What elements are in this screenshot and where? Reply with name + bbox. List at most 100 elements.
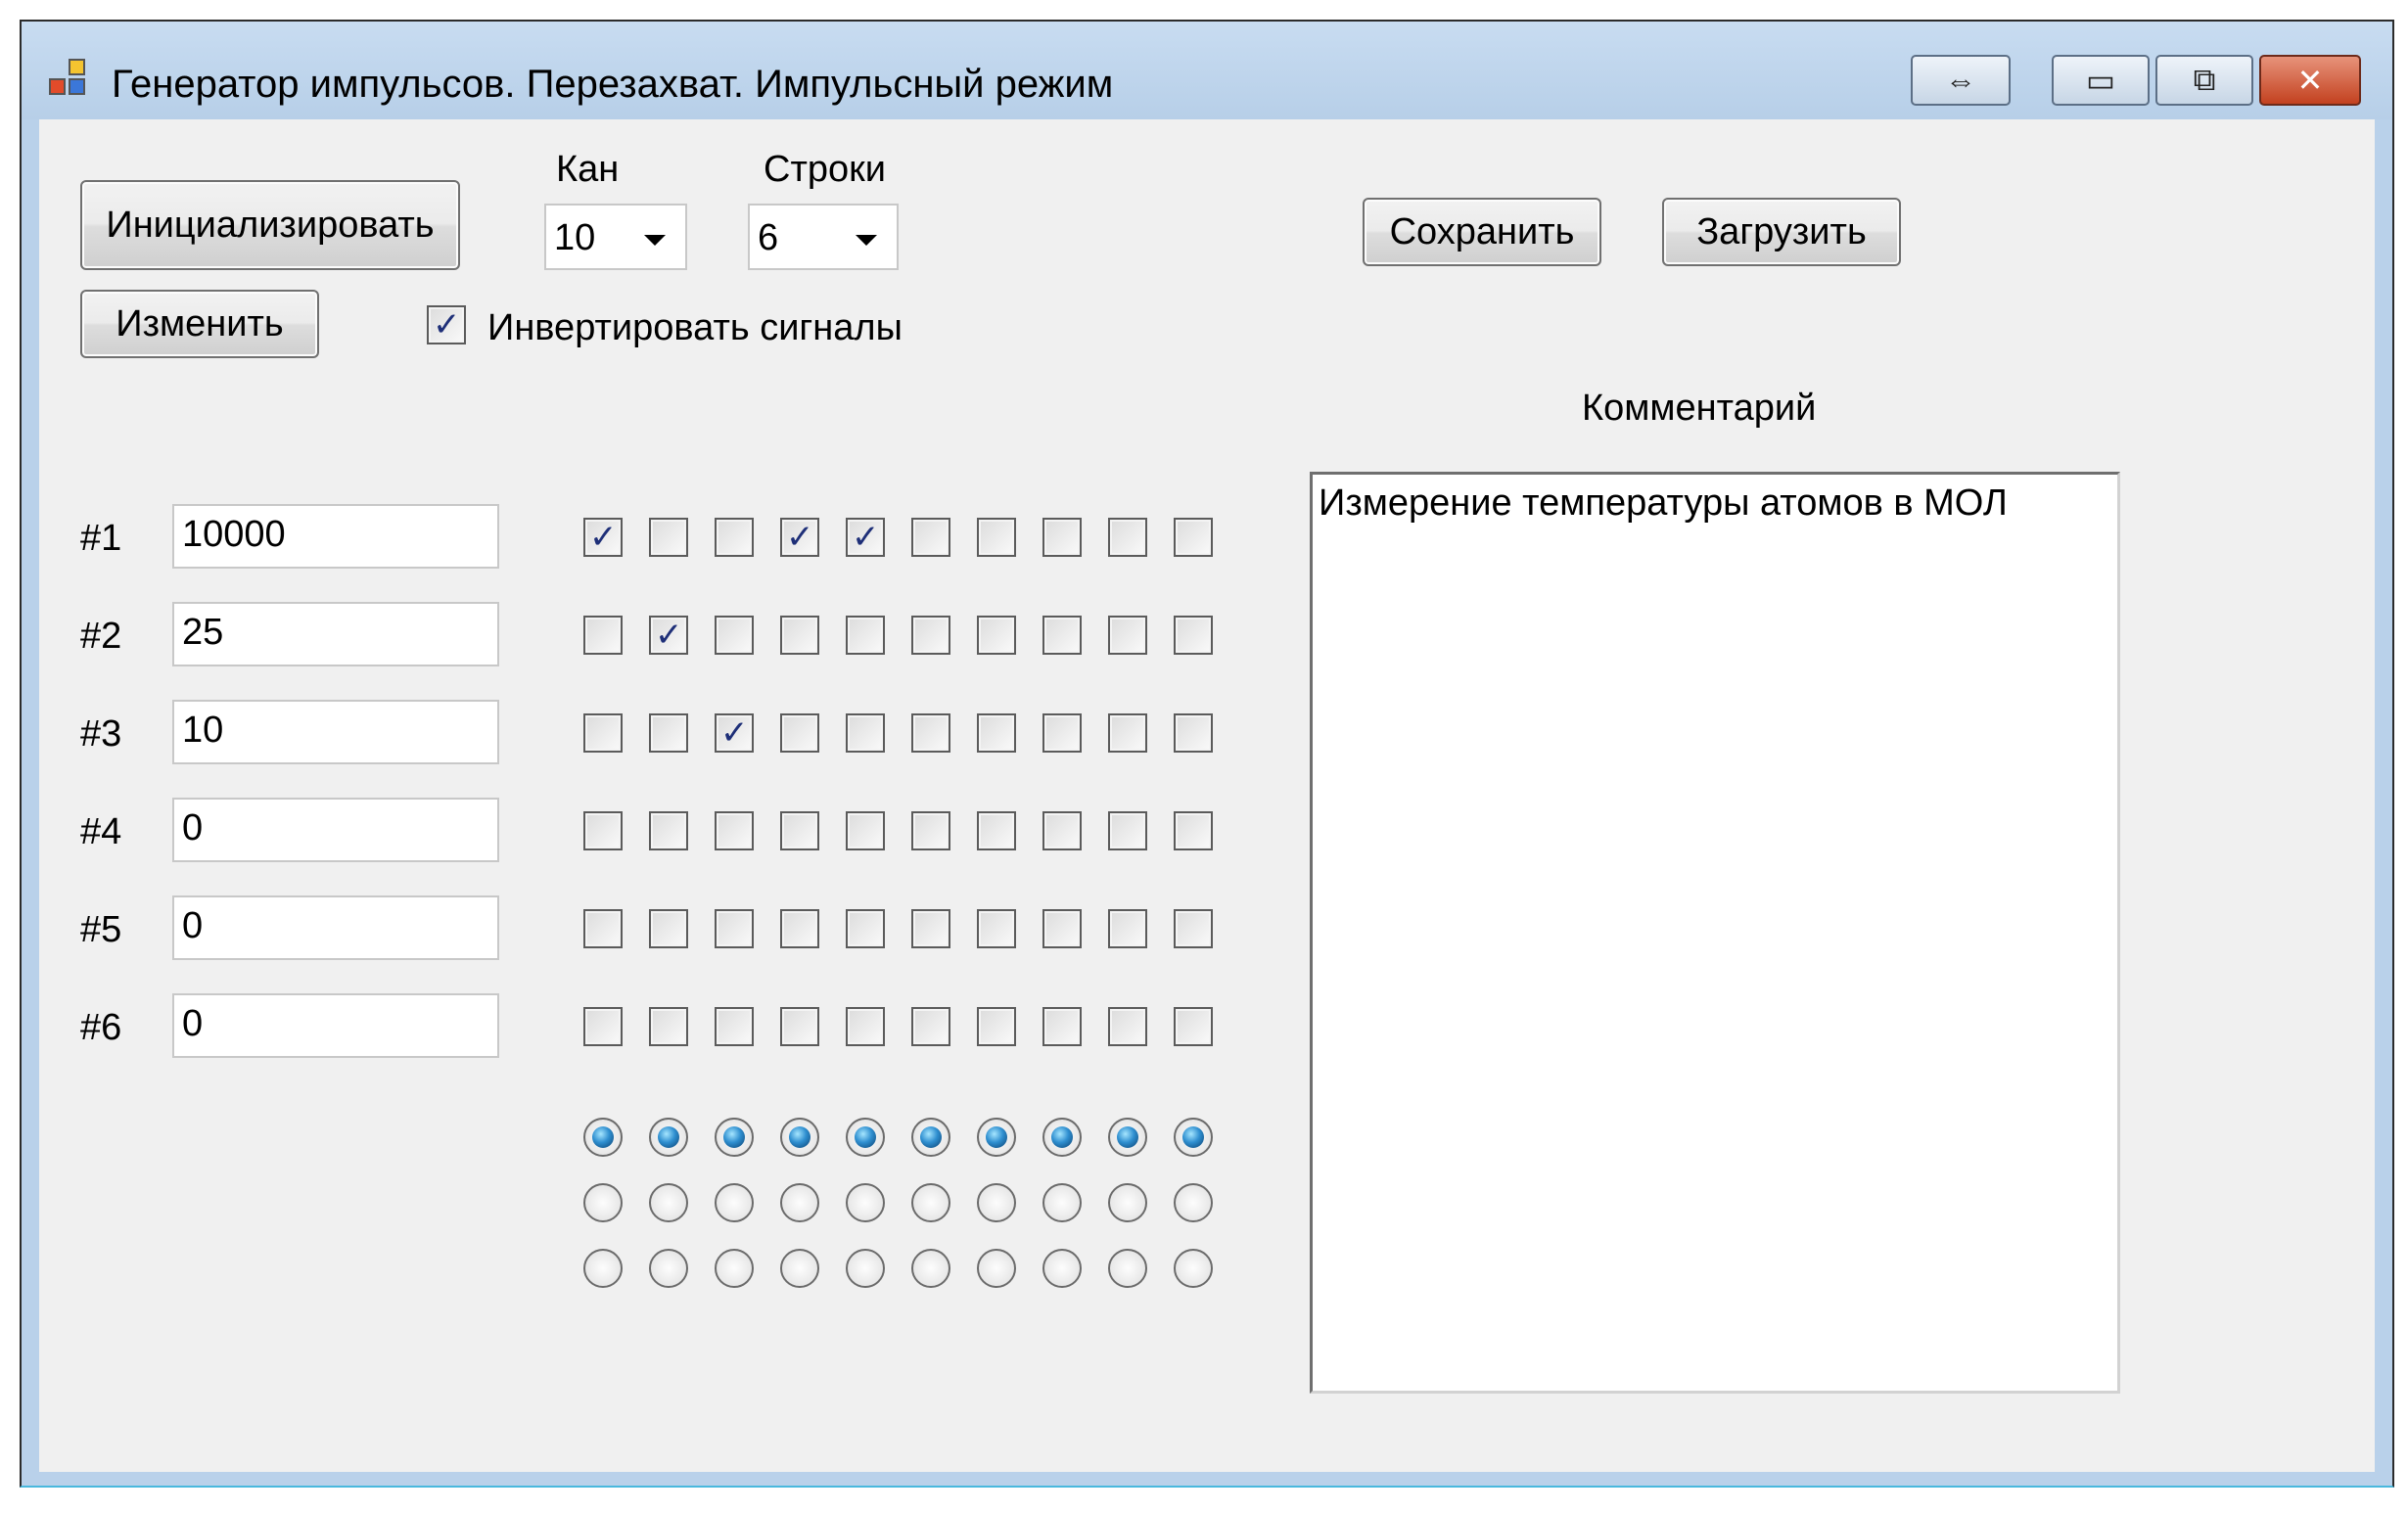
channel-checkbox[interactable] <box>649 713 688 753</box>
channel-radio[interactable] <box>715 1249 754 1288</box>
channel-radio[interactable] <box>1174 1183 1213 1222</box>
channel-checkbox[interactable] <box>977 811 1016 850</box>
channel-checkbox[interactable] <box>715 811 754 850</box>
channel-checkbox[interactable] <box>911 616 950 655</box>
channel-checkbox[interactable] <box>977 1007 1016 1046</box>
channels-select[interactable]: 10 <box>544 204 687 270</box>
row-value-input[interactable]: 25 <box>172 602 499 666</box>
channel-checkbox[interactable] <box>583 713 623 753</box>
channel-radio[interactable] <box>649 1249 688 1288</box>
channel-radio[interactable] <box>846 1183 885 1222</box>
channel-checkbox[interactable] <box>780 811 819 850</box>
channel-checkbox[interactable] <box>1174 1007 1213 1046</box>
channel-checkbox[interactable] <box>715 909 754 948</box>
channel-checkbox[interactable] <box>1174 713 1213 753</box>
row-value-input[interactable]: 10000 <box>172 504 499 569</box>
initialize-button[interactable]: Инициализировать <box>80 180 460 270</box>
channel-radio[interactable] <box>583 1249 623 1288</box>
channel-checkbox[interactable] <box>1174 518 1213 557</box>
channel-radio[interactable] <box>1108 1249 1147 1288</box>
channel-radio[interactable] <box>715 1118 754 1157</box>
row-value-input[interactable]: 10 <box>172 700 499 764</box>
channel-checkbox[interactable] <box>649 811 688 850</box>
channel-radio[interactable] <box>911 1183 950 1222</box>
channel-radio[interactable] <box>1108 1118 1147 1157</box>
invert-signals-label[interactable]: Инвертировать сигналы <box>487 307 903 349</box>
channel-checkbox[interactable] <box>1042 811 1082 850</box>
channel-checkbox[interactable] <box>1174 616 1213 655</box>
restore-icon[interactable]: ⧉ <box>2155 55 2253 106</box>
channel-radio[interactable] <box>1174 1118 1213 1157</box>
channel-checkbox[interactable] <box>583 1007 623 1046</box>
channel-checkbox[interactable] <box>1042 713 1082 753</box>
channel-checkbox[interactable] <box>911 518 950 557</box>
channel-checkbox[interactable] <box>846 1007 885 1046</box>
channel-checkbox[interactable] <box>846 909 885 948</box>
channel-checkbox[interactable] <box>911 713 950 753</box>
channel-radio[interactable] <box>1108 1183 1147 1222</box>
channel-checkbox[interactable] <box>715 616 754 655</box>
channel-checkbox[interactable] <box>1042 518 1082 557</box>
channel-checkbox[interactable]: ✓ <box>715 713 754 753</box>
channel-radio[interactable] <box>583 1118 623 1157</box>
channel-checkbox[interactable] <box>846 713 885 753</box>
channel-checkbox[interactable] <box>780 616 819 655</box>
title-bar[interactable]: Генератор импульсов. Перезахват. Импульс… <box>22 22 2392 119</box>
channel-checkbox[interactable]: ✓ <box>780 518 819 557</box>
channel-checkbox[interactable] <box>1108 518 1147 557</box>
channel-radio[interactable] <box>977 1183 1016 1222</box>
channel-checkbox[interactable] <box>977 909 1016 948</box>
channel-checkbox[interactable] <box>649 1007 688 1046</box>
swap-horizontal-icon[interactable]: ⇔ <box>1911 55 2011 106</box>
row-value-input[interactable]: 0 <box>172 895 499 960</box>
channel-radio[interactable] <box>780 1118 819 1157</box>
comment-textarea[interactable]: Измерение температуры атомов в МОЛ <box>1310 472 2120 1394</box>
channel-radio[interactable] <box>846 1249 885 1288</box>
channel-checkbox[interactable] <box>1042 1007 1082 1046</box>
channel-checkbox[interactable] <box>911 909 950 948</box>
close-icon[interactable]: ✕ <box>2259 55 2361 106</box>
channel-radio[interactable] <box>780 1183 819 1222</box>
channel-radio[interactable] <box>1042 1183 1082 1222</box>
channel-checkbox[interactable] <box>1042 616 1082 655</box>
channel-checkbox[interactable]: ✓ <box>583 518 623 557</box>
channel-checkbox[interactable] <box>583 909 623 948</box>
channel-radio[interactable] <box>1174 1249 1213 1288</box>
channel-radio[interactable] <box>649 1183 688 1222</box>
channel-checkbox[interactable] <box>649 518 688 557</box>
channel-checkbox[interactable]: ✓ <box>846 518 885 557</box>
channel-checkbox[interactable] <box>1108 811 1147 850</box>
channel-checkbox[interactable] <box>846 811 885 850</box>
channel-checkbox[interactable] <box>911 811 950 850</box>
channel-radio[interactable] <box>583 1183 623 1222</box>
channel-checkbox[interactable] <box>1042 909 1082 948</box>
channel-checkbox[interactable] <box>977 713 1016 753</box>
channel-checkbox[interactable] <box>1174 811 1213 850</box>
channel-checkbox[interactable] <box>780 713 819 753</box>
channel-checkbox[interactable] <box>1108 713 1147 753</box>
channel-radio[interactable] <box>977 1118 1016 1157</box>
channel-checkbox[interactable] <box>780 909 819 948</box>
rows-select[interactable]: 6 <box>748 204 899 270</box>
channel-radio[interactable] <box>780 1249 819 1288</box>
channel-radio[interactable] <box>715 1183 754 1222</box>
save-button[interactable]: Сохранить <box>1363 198 1601 266</box>
channel-checkbox[interactable] <box>1108 909 1147 948</box>
channel-checkbox[interactable] <box>977 518 1016 557</box>
invert-signals-checkbox[interactable]: ✓ <box>427 305 466 344</box>
channel-checkbox[interactable]: ✓ <box>649 616 688 655</box>
channel-checkbox[interactable] <box>715 518 754 557</box>
channel-checkbox[interactable] <box>1108 1007 1147 1046</box>
channel-radio[interactable] <box>1042 1249 1082 1288</box>
minimize-icon[interactable]: ▭ <box>2052 55 2150 106</box>
channel-radio[interactable] <box>846 1118 885 1157</box>
channel-checkbox[interactable] <box>977 616 1016 655</box>
channel-radio[interactable] <box>649 1118 688 1157</box>
channel-checkbox[interactable] <box>911 1007 950 1046</box>
row-value-input[interactable]: 0 <box>172 798 499 862</box>
row-value-input[interactable]: 0 <box>172 993 499 1058</box>
channel-checkbox[interactable] <box>583 811 623 850</box>
change-button[interactable]: Изменить <box>80 290 319 358</box>
channel-checkbox[interactable] <box>583 616 623 655</box>
channel-radio[interactable] <box>1042 1118 1082 1157</box>
